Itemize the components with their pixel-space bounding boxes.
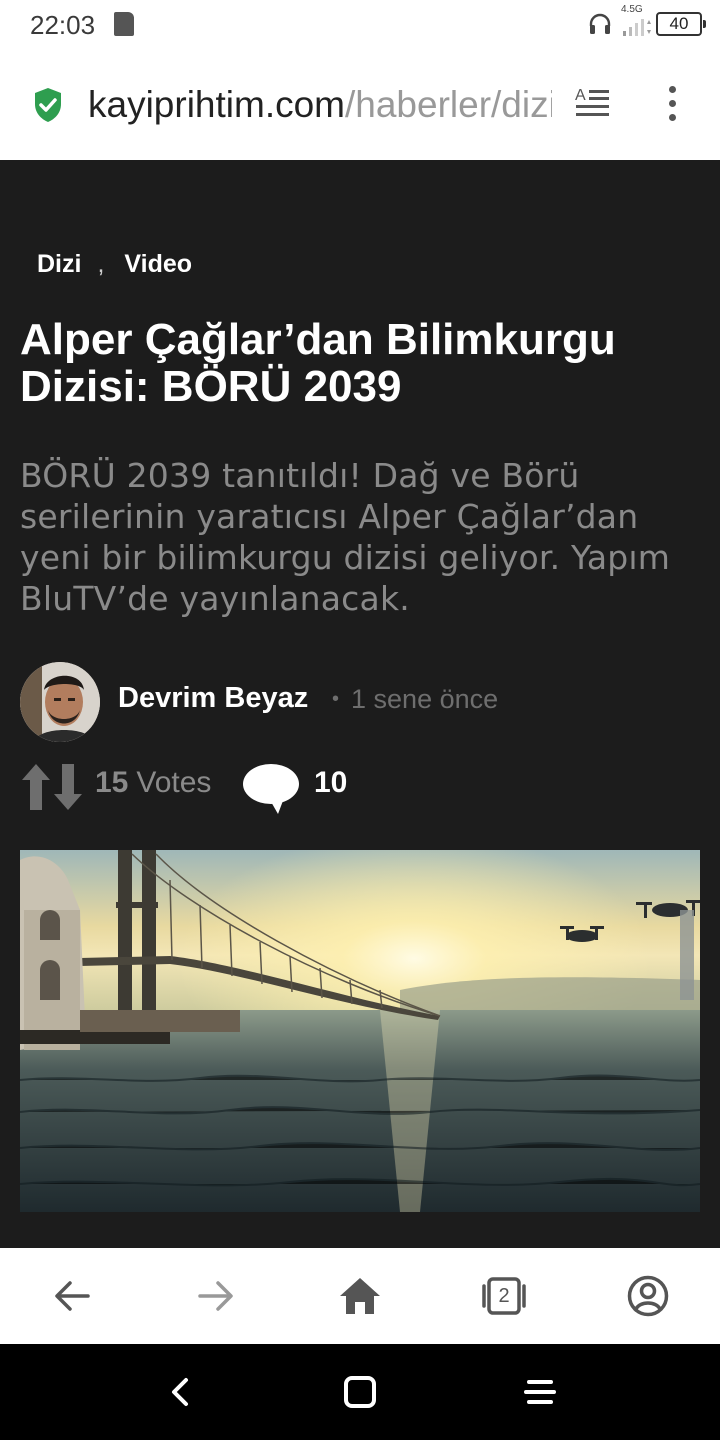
url-path: /haberler/dizi [345, 84, 552, 125]
svg-text:A: A [575, 87, 586, 104]
time-ago-text: 1 sene önce [351, 684, 499, 714]
article-categories: Dizi, Video [37, 250, 192, 279]
avatar-image [20, 662, 100, 742]
category-separator: , [97, 250, 105, 278]
article-hero-image[interactable] [20, 850, 700, 1212]
system-home-icon[interactable] [342, 1374, 378, 1410]
system-back-icon[interactable] [162, 1374, 198, 1410]
comment-bubble-icon[interactable] [242, 762, 300, 816]
article-content: Dizi, Video Alper Çağlar’dan Bilimkurgu D… [0, 160, 720, 1248]
category-link-video[interactable]: Video [124, 250, 192, 278]
browser-url-bar[interactable]: kayiprihtim.com/haberler/dizi A [0, 52, 720, 160]
network-type-label: 4.5G [621, 4, 643, 15]
battery-icon: 40 [656, 12, 706, 36]
hero-image-scene [20, 850, 700, 1212]
sd-card-icon [114, 12, 134, 36]
overflow-menu-icon[interactable] [666, 86, 678, 124]
author-name[interactable]: Devrim Beyaz [118, 682, 308, 715]
back-arrow-icon[interactable] [50, 1274, 94, 1318]
profile-icon[interactable] [626, 1274, 670, 1318]
headphones-icon [589, 13, 611, 34]
forward-arrow-icon[interactable] [194, 1274, 238, 1318]
status-time: 22:03 [30, 10, 96, 40]
url-domain: kayiprihtim.com [88, 84, 345, 125]
votes-count: 15 [95, 766, 129, 799]
article-summary: BÖRÜ 2039 tanıtıldı! Dağ ve Börü seriler… [20, 456, 671, 618]
browser-bottom-nav: 2 [0, 1248, 720, 1344]
author-avatar[interactable] [20, 662, 100, 742]
vote-arrows-icon[interactable] [20, 762, 84, 812]
comments-count[interactable]: 10 [314, 766, 347, 800]
tab-count: 2 [498, 1285, 510, 1307]
category-link-dizi[interactable]: Dizi [37, 250, 81, 278]
system-menu-icon[interactable] [522, 1374, 558, 1410]
url-field[interactable]: kayiprihtim.com/haberler/dizi [88, 82, 552, 128]
system-nav-bar [0, 1344, 720, 1440]
home-icon[interactable] [338, 1274, 382, 1318]
post-time: • 1 sene önce [332, 684, 498, 715]
tabs-icon[interactable]: 2 [482, 1274, 526, 1318]
status-bar: 22:03 4.5G 40 [0, 0, 720, 52]
votes-summary: 15 Votes [95, 766, 211, 800]
time-separator: • [332, 688, 340, 710]
reader-mode-icon[interactable]: A [574, 86, 610, 120]
votes-label: Votes [136, 766, 212, 799]
signal-icon [623, 19, 651, 36]
shield-check-icon[interactable] [33, 87, 63, 123]
article-title: Alper Çağlar’dan Bilimkurgu Dizisi: BÖRÜ… [20, 315, 616, 411]
